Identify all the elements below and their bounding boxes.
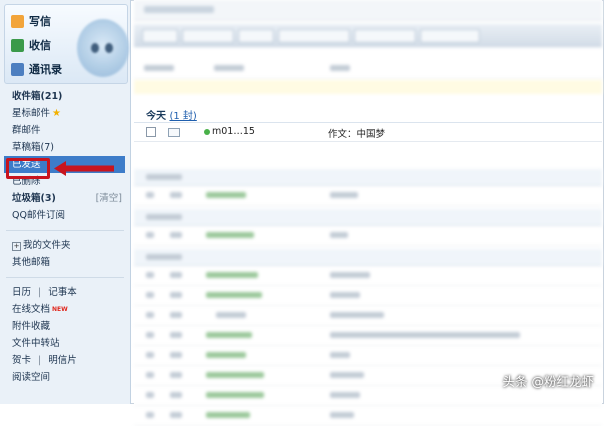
today-count-link[interactable]: (1 封) xyxy=(169,111,196,122)
today-label: 今天 xyxy=(146,111,166,122)
clear-junk-link[interactable]: [清空] xyxy=(96,190,122,207)
list-item[interactable] xyxy=(134,405,602,426)
group-header xyxy=(134,209,602,226)
pencil-icon xyxy=(11,14,24,28)
sidebar-item-attachments[interactable]: 附件收藏 xyxy=(0,318,130,335)
list-header xyxy=(134,0,602,21)
group-header xyxy=(134,169,602,186)
list-item[interactable] xyxy=(134,185,602,206)
mail-sender: m01…15 xyxy=(212,126,255,137)
notes-link[interactable]: 记事本 xyxy=(48,287,77,298)
compose-label: 写信 xyxy=(29,15,51,28)
expand-icon[interactable]: + xyxy=(12,242,21,251)
mail-subject: 作文：中国梦 xyxy=(328,129,386,140)
my-folders-label: 我的文件夹 xyxy=(23,240,71,251)
red-arrow-icon xyxy=(54,161,114,176)
group-header xyxy=(134,249,602,266)
sidebar-item-starred[interactable]: 星标邮件 ★ xyxy=(0,105,130,122)
divider xyxy=(6,271,124,278)
sidebar-item-inbox[interactable]: 收件箱(21) xyxy=(0,88,130,105)
receive-button[interactable]: 收信 xyxy=(11,35,51,55)
table-header-row xyxy=(134,58,602,79)
online-dot-icon xyxy=(204,129,210,135)
separator-text: | xyxy=(38,355,42,366)
group-today: 今天 (1 封) xyxy=(134,104,602,123)
sidebar-item-subscriptions[interactable]: QQ邮件订阅 xyxy=(0,207,130,224)
toolbar-button[interactable] xyxy=(238,29,274,43)
toolbar-button[interactable] xyxy=(182,29,234,43)
receive-label: 收信 xyxy=(29,39,51,52)
sidebar-item-group-mail[interactable]: 群邮件 xyxy=(0,122,130,139)
sidebar-row-calendar-notes: 日历 | 记事本 xyxy=(0,284,130,301)
toolbar xyxy=(134,24,602,47)
postcards-link[interactable]: 明信片 xyxy=(48,355,77,366)
junk-label: 垃圾箱(3) xyxy=(12,193,56,204)
toolbar-button[interactable] xyxy=(354,29,416,43)
quick-actions-panel: 写信 收信 通讯录 xyxy=(4,4,129,84)
list-item[interactable] xyxy=(134,265,602,286)
contacts-label: 通讯录 xyxy=(29,63,62,76)
sidebar: 写信 收信 通讯录 收件箱(21) 星标邮件 ★ 群邮件 草稿箱(7) 已发送 已… xyxy=(0,0,131,404)
contacts-icon xyxy=(11,62,24,76)
star-icon: ★ xyxy=(52,108,61,119)
table-row[interactable]: m01…15 作文：中国梦 xyxy=(134,123,602,142)
folder-nav: 收件箱(21) 星标邮件 ★ 群邮件 草稿箱(7) 已发送 已删除 垃圾箱(3)[… xyxy=(0,88,130,386)
sidebar-item-online-docs[interactable]: 在线文档 NEW xyxy=(0,301,130,318)
sidebar-item-file-transfer[interactable]: 文件中转站 xyxy=(0,335,130,352)
cards-link[interactable]: 贺卡 xyxy=(12,355,31,366)
toolbar-button[interactable] xyxy=(142,29,178,43)
list-item[interactable] xyxy=(134,285,602,306)
list-item[interactable] xyxy=(134,225,602,246)
starred-label: 星标邮件 xyxy=(12,108,51,119)
online-docs-label: 在线文档 xyxy=(12,304,51,315)
inbox-icon xyxy=(11,38,24,52)
row-checkbox[interactable] xyxy=(146,127,156,137)
calendar-link[interactable]: 日历 xyxy=(12,287,31,298)
toolbar-button[interactable] xyxy=(420,29,480,43)
divider xyxy=(6,224,124,231)
list-item[interactable] xyxy=(134,305,602,326)
compose-button[interactable]: 写信 xyxy=(11,11,51,31)
today-heading: 今天 (1 封) xyxy=(146,107,197,122)
separator-text: | xyxy=(38,287,42,298)
sidebar-item-junk[interactable]: 垃圾箱(3) [清空] xyxy=(0,190,130,207)
envelope-icon xyxy=(168,128,180,137)
contacts-button[interactable]: 通讯录 xyxy=(11,59,62,79)
highlight-box xyxy=(6,158,50,179)
sidebar-item-my-folders[interactable]: + 我的文件夹 xyxy=(0,237,130,254)
new-badge: NEW xyxy=(52,306,68,313)
sidebar-item-other-mailbox[interactable]: 其他邮箱 xyxy=(0,254,130,271)
sidebar-item-reading-space[interactable]: 阅读空间 xyxy=(0,369,130,386)
sidebar-row-cards: 贺卡 | 明信片 xyxy=(0,352,130,369)
sidebar-item-drafts[interactable]: 草稿箱(7) xyxy=(0,139,130,156)
list-item[interactable] xyxy=(134,325,602,346)
list-item[interactable] xyxy=(134,345,602,366)
watermark: 头条 @粉红龙虾 xyxy=(502,374,594,389)
notice-bar xyxy=(134,80,602,94)
mascot-icon xyxy=(77,19,129,77)
mail-list-panel: 今天 (1 封) m01…15 作文：中国梦 xyxy=(134,0,602,426)
toolbar-button[interactable] xyxy=(278,29,350,43)
